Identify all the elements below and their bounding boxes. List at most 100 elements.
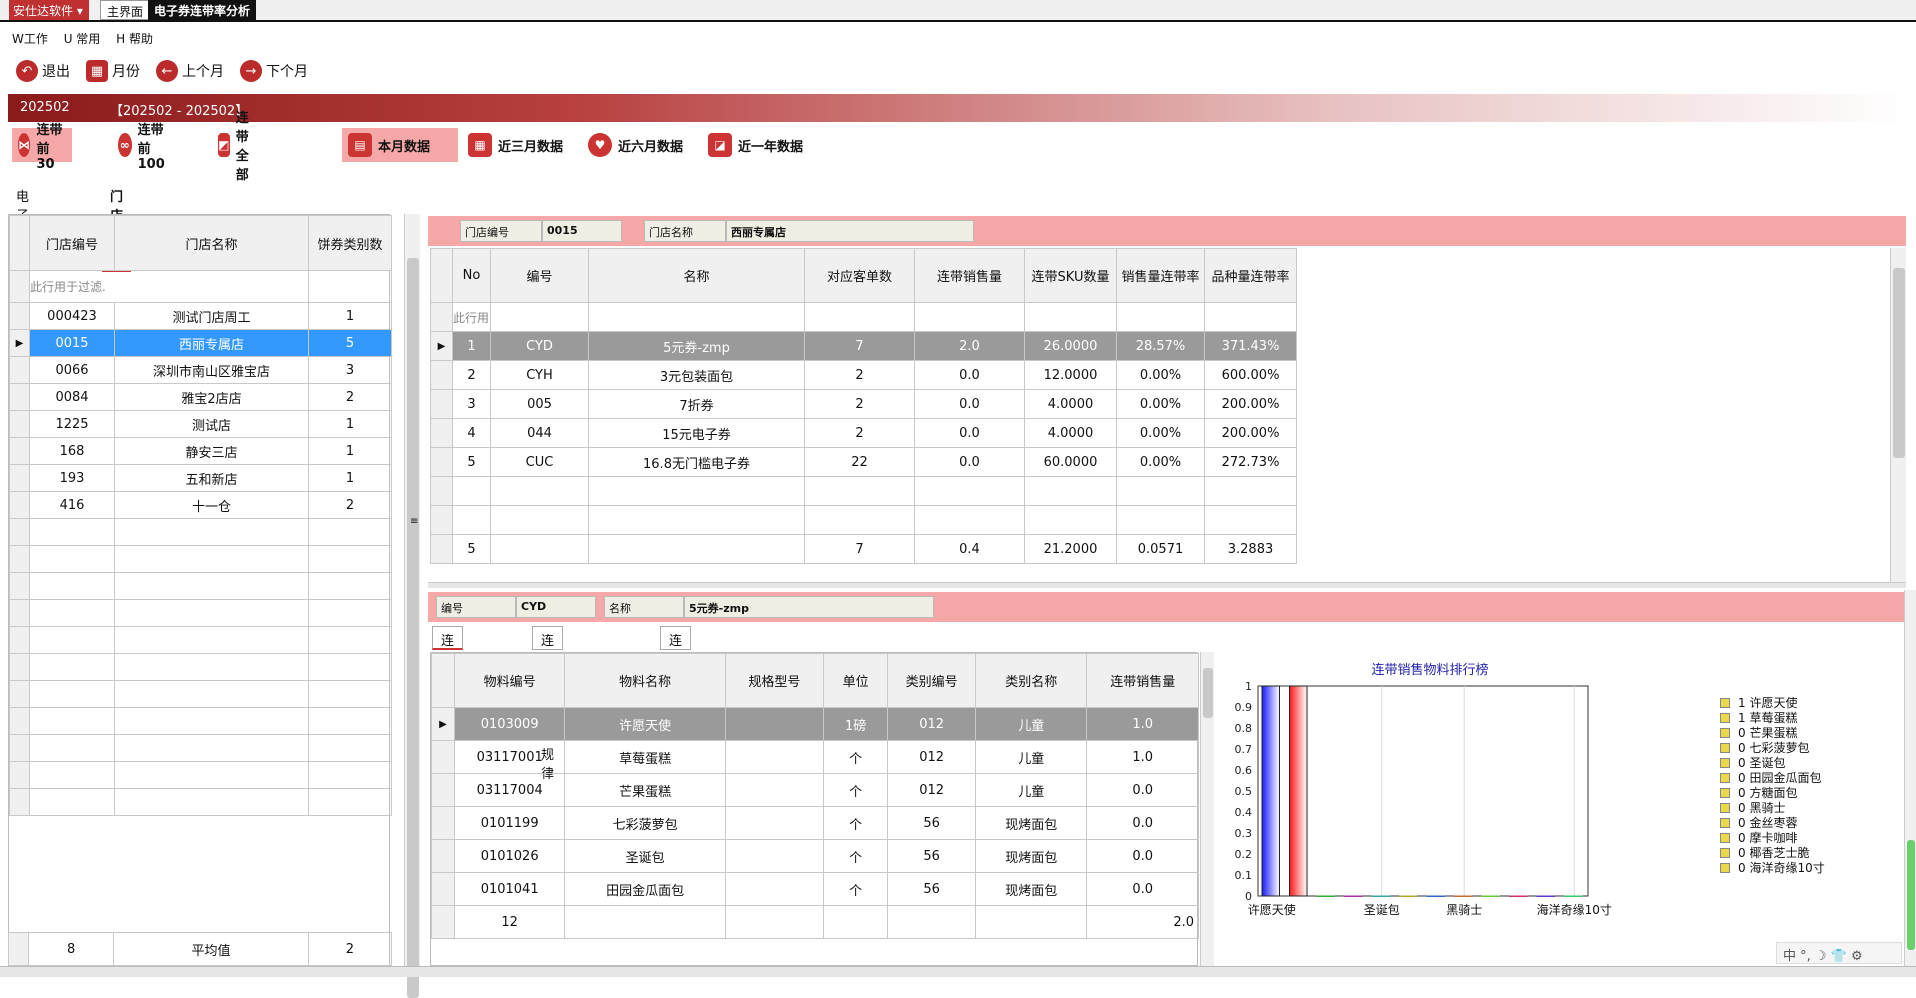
store-row[interactable]: ▶ 0015 西丽专属店 5 bbox=[9, 329, 392, 357]
cell[interactable]: 0.0 bbox=[1086, 806, 1199, 840]
cell[interactable]: 0.00% bbox=[1116, 360, 1205, 390]
material-row[interactable]: 03117004 芒果蛋糕 个 012 儿童 0.0 bbox=[431, 773, 1199, 807]
cell[interactable]: 个 bbox=[822, 806, 889, 840]
cell[interactable]: 十一仓 bbox=[114, 491, 309, 519]
left-scrollbar[interactable] bbox=[404, 214, 420, 998]
filter-cell[interactable] bbox=[914, 302, 1025, 332]
tab-main[interactable]: 主界面 bbox=[100, 0, 151, 20]
right-scrollbar[interactable] bbox=[1904, 590, 1916, 966]
col-linked-qty[interactable]: 连带销售量 bbox=[1086, 653, 1199, 708]
cell[interactable]: 0.0 bbox=[1086, 773, 1199, 807]
cell[interactable]: 60.0000 bbox=[1024, 447, 1117, 477]
scroll-thumb[interactable] bbox=[407, 258, 419, 998]
cell[interactable]: 1 bbox=[308, 410, 392, 438]
col-store-code[interactable]: 门店编号 bbox=[29, 215, 115, 271]
cell[interactable]: 7折券 bbox=[588, 389, 805, 419]
scroll-thumb[interactable] bbox=[1907, 840, 1915, 950]
store-row[interactable]: 0066 深圳市南山区雅宝店 3 bbox=[9, 356, 392, 384]
cell[interactable]: 2 bbox=[804, 389, 915, 419]
coupon-scrollbar[interactable] bbox=[1890, 248, 1906, 582]
coupon-row[interactable]: ▶ 1 CYD 5元券-zmp 7 2.0 26.0000 28.57% 371.43% bbox=[430, 331, 1297, 361]
material-row[interactable]: 0101199 七彩菠萝包 个 56 现烤面包 0.0 bbox=[431, 806, 1199, 840]
cell[interactable]: 3 bbox=[452, 389, 491, 419]
cell[interactable]: 个 bbox=[822, 773, 889, 807]
menu-work[interactable]: W工作 bbox=[12, 32, 48, 46]
cell[interactable]: 1磅 bbox=[822, 707, 889, 741]
cell[interactable]: 28.57% bbox=[1116, 331, 1205, 361]
store-code-value[interactable]: 0015 bbox=[542, 220, 622, 242]
cell[interactable]: 56 bbox=[887, 806, 976, 840]
filter-input[interactable]: 此行用于过滤. bbox=[29, 270, 309, 303]
col-name[interactable]: 名称 bbox=[588, 248, 805, 303]
coupon-code-value[interactable]: CYD bbox=[516, 596, 596, 618]
col-category-count[interactable]: 饼券类别数 bbox=[308, 215, 392, 271]
three-months-button[interactable]: ▦ 近三月数据 bbox=[462, 128, 578, 162]
cell[interactable]: 005 bbox=[490, 389, 589, 419]
cell[interactable]: 5 bbox=[308, 329, 392, 357]
coupon-row[interactable]: 3 005 7折券 2 0.0 4.0000 0.00% 200.00% bbox=[430, 389, 1297, 419]
cell[interactable]: 56 bbox=[887, 872, 976, 906]
cell[interactable] bbox=[724, 839, 824, 873]
store-row[interactable]: 416 十一仓 2 bbox=[9, 491, 392, 519]
cell[interactable]: 深圳市南山区雅宝店 bbox=[114, 356, 309, 384]
cell[interactable]: 26.0000 bbox=[1024, 331, 1117, 361]
cell[interactable]: 044 bbox=[490, 418, 589, 448]
coupon-row[interactable]: 5 CUC 16.8无门槛电子券 22 0.0 60.0000 0.00% 272.73% bbox=[430, 447, 1297, 477]
cell[interactable]: 0103009 bbox=[453, 707, 566, 741]
cell[interactable]: 200.00% bbox=[1204, 418, 1297, 448]
app-menu-button[interactable]: 安仕达软件 ▾ bbox=[9, 0, 89, 20]
cell[interactable]: 56 bbox=[887, 839, 976, 873]
cell[interactable]: 000423 bbox=[29, 302, 115, 330]
tab-material-category-rules[interactable]: 连带物料类别规律 bbox=[532, 626, 564, 782]
tab-linked-receipts[interactable]: 连带小票 bbox=[660, 626, 692, 706]
cell[interactable]: 0084 bbox=[29, 383, 115, 411]
cell[interactable]: 现烤面包 bbox=[974, 806, 1088, 840]
coupon-name-value[interactable]: 5元券-zmp bbox=[684, 596, 934, 618]
tab-material-rules[interactable]: 连带物料规律 bbox=[432, 626, 464, 744]
cell[interactable]: 600.00% bbox=[1204, 360, 1297, 390]
cell[interactable]: 个 bbox=[822, 740, 889, 774]
cell[interactable] bbox=[724, 806, 824, 840]
cell[interactable]: 0.00% bbox=[1116, 447, 1205, 477]
cell[interactable]: 儿童 bbox=[974, 707, 1088, 741]
next-month-button[interactable]: → 下个月 bbox=[240, 58, 308, 84]
col-unit[interactable]: 单位 bbox=[822, 653, 889, 708]
cell[interactable]: 1.0 bbox=[1086, 740, 1199, 774]
cell[interactable]: 0.0 bbox=[1086, 872, 1199, 906]
cell[interactable]: 五和新店 bbox=[114, 464, 309, 492]
filter-cell[interactable] bbox=[490, 302, 589, 332]
exit-button[interactable]: ↶ 退出 bbox=[16, 58, 70, 84]
cell[interactable]: 静安三店 bbox=[114, 437, 309, 465]
store-row[interactable]: 0084 雅宝2店店 2 bbox=[9, 383, 392, 411]
cell[interactable] bbox=[724, 872, 824, 906]
coupon-row[interactable]: 2 CYH 3元包装面包 2 0.0 12.0000 0.00% 600.00% bbox=[430, 360, 1297, 390]
material-row[interactable]: 03117001 草莓蛋糕 个 012 儿童 1.0 bbox=[431, 740, 1199, 774]
cell[interactable]: 3元包装面包 bbox=[588, 360, 805, 390]
cell[interactable]: 0.0 bbox=[1086, 839, 1199, 873]
tab-current[interactable]: 电子券连带率分析 bbox=[148, 0, 257, 20]
col-store-name[interactable]: 门店名称 bbox=[114, 215, 309, 271]
cell[interactable]: 2.0 bbox=[914, 331, 1025, 361]
horizontal-splitter[interactable] bbox=[428, 582, 1906, 588]
cell[interactable]: 03117001 bbox=[453, 740, 566, 774]
cell[interactable]: 2 bbox=[804, 418, 915, 448]
cell[interactable] bbox=[724, 773, 824, 807]
cell[interactable]: 个 bbox=[822, 872, 889, 906]
ime-tray[interactable]: 中 °, ☽ 👕 ⚙ bbox=[1776, 942, 1902, 964]
cell[interactable]: 个 bbox=[822, 839, 889, 873]
splitter-grip-icon[interactable]: ≡ bbox=[410, 516, 418, 527]
filter-cell[interactable] bbox=[1204, 302, 1297, 332]
col-linked-sales[interactable]: 连带销售量 bbox=[914, 248, 1025, 303]
cell[interactable]: 0066 bbox=[29, 356, 115, 384]
cell[interactable]: 1.0 bbox=[1086, 707, 1199, 741]
cell[interactable]: 0.00% bbox=[1116, 389, 1205, 419]
cell[interactable]: 许愿天使 bbox=[564, 707, 726, 741]
cell[interactable]: 雅宝2店店 bbox=[114, 383, 309, 411]
cell[interactable]: 200.00% bbox=[1204, 389, 1297, 419]
cell[interactable]: 416 bbox=[29, 491, 115, 519]
cell[interactable]: 15元电子券 bbox=[588, 418, 805, 448]
cell[interactable]: 现烤面包 bbox=[974, 872, 1088, 906]
cell[interactable]: 0101041 bbox=[453, 872, 566, 906]
col-spec[interactable]: 规格型号 bbox=[724, 653, 824, 708]
col-material-code[interactable]: 物料编号 bbox=[453, 653, 566, 708]
